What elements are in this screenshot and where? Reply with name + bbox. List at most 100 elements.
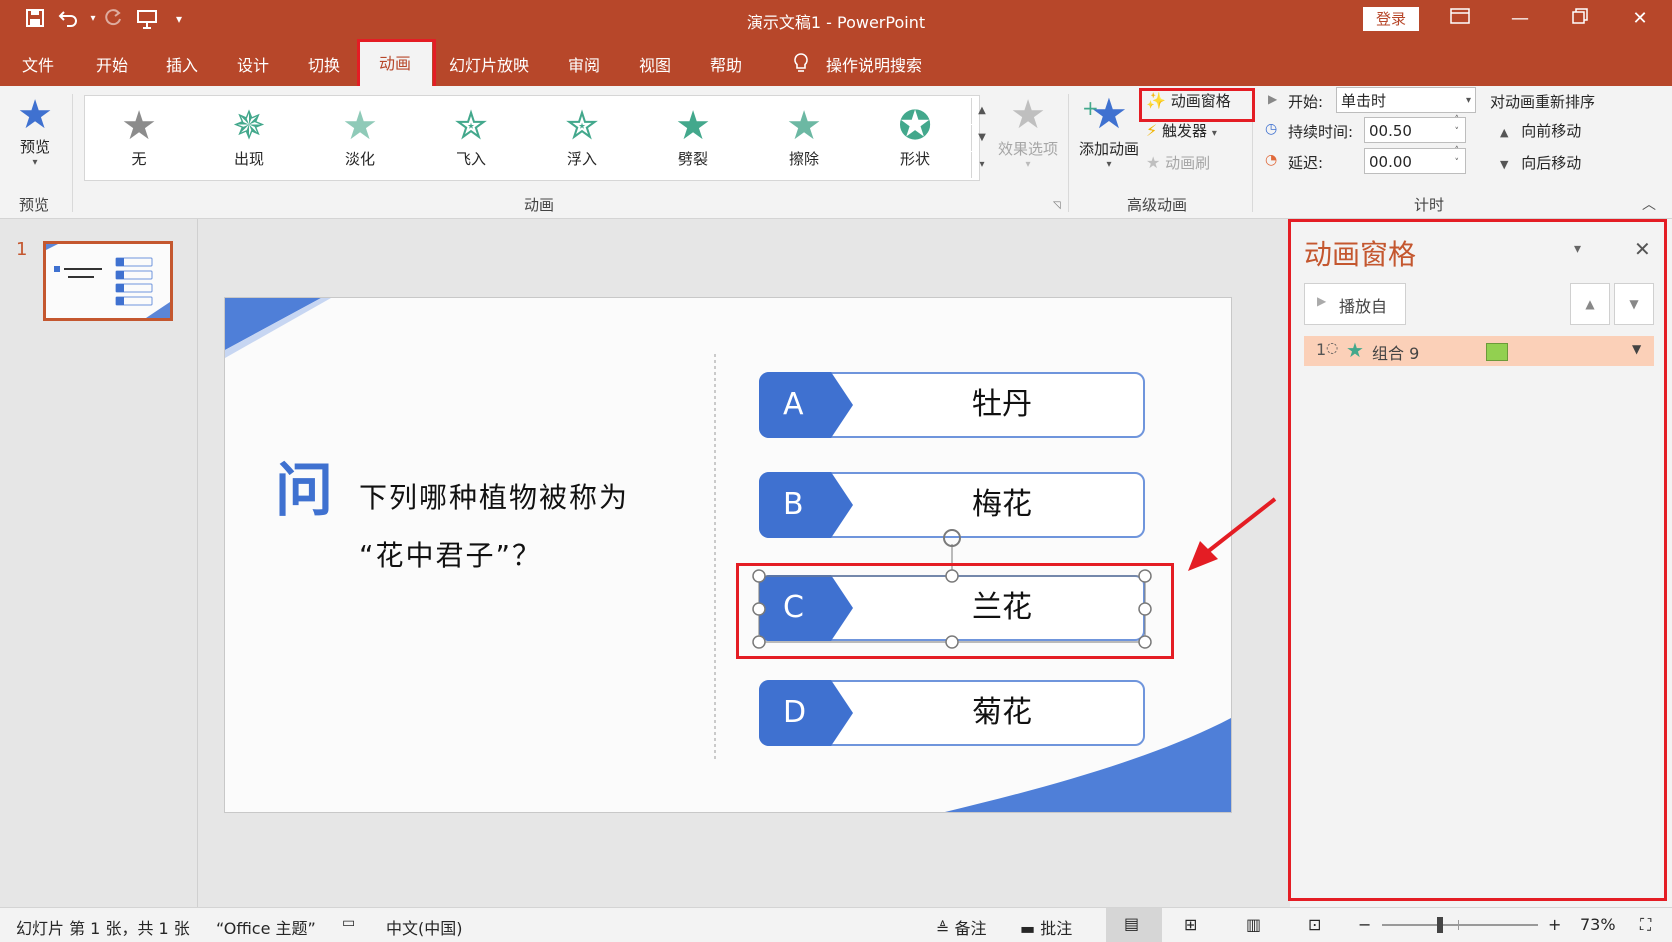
anim-wipe[interactable]: ★ 擦除: [764, 104, 844, 176]
annotation-highlight-pane-button: [1139, 88, 1255, 122]
annotation-highlight-option: [736, 563, 1174, 659]
zoom-level[interactable]: 73%: [1580, 915, 1616, 934]
triangle-down-icon: ▼: [1500, 158, 1509, 171]
tell-me-search[interactable]: 操作说明搜索: [826, 52, 922, 76]
ribbon-tabs: 文件 开始 插入 设计 切换 动画 幻灯片放映 审阅 视图 帮助 操作说明搜索: [0, 38, 1672, 86]
star-appear-icon: ✵: [232, 103, 266, 149]
chevron-down-icon: ▾: [1465, 95, 1471, 106]
start-label: 开始:: [1288, 93, 1324, 111]
normal-view-button[interactable]: ▤: [1106, 908, 1162, 942]
clock-icon: ◷: [1265, 121, 1278, 137]
group-divider: [1068, 94, 1069, 212]
zoom-slider[interactable]: [1382, 917, 1538, 933]
star-fly-in-icon: ✮: [454, 103, 488, 149]
title-bar: ▾ ▾ 演示文稿1 - PowerPoint 登录 — ✕: [0, 0, 1672, 38]
tab-view[interactable]: 视图: [639, 52, 671, 76]
tab-help[interactable]: 帮助: [710, 52, 742, 76]
slide-thumbnail[interactable]: [43, 241, 173, 321]
animation-painter-button[interactable]: ★ 动画刷: [1146, 152, 1256, 176]
anim-split[interactable]: ★ 劈裂: [653, 104, 733, 176]
zoom-in-icon[interactable]: +: [1548, 915, 1561, 934]
anim-fade[interactable]: ★ 淡化: [320, 104, 400, 176]
move-later-button[interactable]: ▼ 向后移动: [1500, 152, 1581, 173]
slide-sorter-icon[interactable]: ⊞: [1184, 915, 1197, 934]
slideshow-view-icon[interactable]: ⊡: [1308, 915, 1321, 934]
spinner-icon[interactable]: ˄ ˅: [1455, 114, 1460, 138]
anim-none[interactable]: ★ 无: [99, 104, 179, 176]
reading-view-icon[interactable]: ▥: [1246, 915, 1261, 934]
anim-float-in[interactable]: ✮ 浮入: [542, 104, 622, 176]
trigger-button[interactable]: ⚡ 触发器 ▾: [1146, 120, 1256, 144]
close-window-icon[interactable]: ✕: [1618, 6, 1662, 32]
login-button[interactable]: 登录: [1363, 7, 1419, 31]
delay-input[interactable]: 00.00 ˄ ˅: [1364, 145, 1466, 174]
tab-transitions[interactable]: 切换: [308, 52, 340, 76]
restore-icon[interactable]: [1558, 6, 1602, 32]
slide-thumbnail-pane: 1: [0, 219, 198, 907]
minimize-icon[interactable]: —: [1498, 6, 1542, 32]
group-label-timing: 计时: [1414, 196, 1445, 214]
duration-input[interactable]: 00.50 ˄ ˅: [1364, 114, 1466, 143]
star-float-in-icon: ✮: [565, 103, 599, 149]
group-label-animation: 动画: [524, 196, 555, 214]
animation-gallery: ★ 无 ✵ 出现 ★ 淡化 ✮ 飞入 ✮ 浮入 ★ 劈裂 ★ 擦除 ✪ 形状 ▲…: [84, 95, 986, 181]
ribbon-display-icon[interactable]: [1438, 6, 1482, 32]
chevron-down-icon: ▾: [32, 157, 38, 168]
duration-label: 持续时间:: [1288, 123, 1354, 141]
tab-design[interactable]: 设计: [237, 52, 269, 76]
group-label-advanced: 高级动画: [1127, 196, 1188, 214]
reorder-label: 对动画重新排序: [1490, 93, 1596, 111]
slide-number: 1: [16, 239, 28, 260]
tab-slideshow[interactable]: 幻灯片放映: [449, 52, 529, 76]
triangle-up-icon: ▲: [1500, 126, 1509, 139]
slide-count: 幻灯片 第 1 张，共 1 张: [16, 919, 190, 938]
gallery-scroll-down-icon[interactable]: ▼: [971, 125, 992, 151]
selection-handles[interactable]: [225, 298, 1231, 812]
fit-to-window-icon[interactable]: ⛶: [1640, 915, 1651, 935]
tell-me-lightbulb-icon[interactable]: [792, 52, 810, 78]
effect-options-icon: ★: [1010, 92, 1046, 138]
add-animation-button[interactable]: ★ + 添加动画 ▾: [1074, 90, 1144, 171]
normal-view-icon: ▤: [1124, 914, 1140, 933]
collapse-ribbon-icon[interactable]: ︿: [1642, 194, 1656, 214]
accessibility-icon[interactable]: ▭: [342, 915, 355, 931]
chevron-down-icon: ▾: [1106, 159, 1112, 170]
tab-insert[interactable]: 插入: [166, 52, 198, 76]
language[interactable]: 中文(中国): [386, 915, 463, 939]
move-earlier-button[interactable]: ▲ 向前移动: [1500, 120, 1581, 141]
tab-file[interactable]: 文件: [22, 52, 54, 76]
annotation-highlight-tab: [357, 39, 436, 92]
gallery-more-icon[interactable]: ▾: [971, 152, 992, 178]
gallery-scroll-up-icon[interactable]: ▲: [971, 98, 992, 124]
group-divider: [72, 94, 73, 212]
zoom-out-icon[interactable]: −: [1358, 915, 1371, 934]
star-none-icon: ★: [121, 103, 157, 149]
delay-label: 延迟:: [1288, 154, 1324, 172]
star-wipe-icon: ★: [786, 103, 822, 149]
anim-shape[interactable]: ✪ 形状: [875, 104, 955, 176]
effect-options-button[interactable]: ★ 效果选项 ▾: [992, 92, 1064, 170]
comments-button[interactable]: ▬ 批注: [1020, 915, 1072, 939]
preview-button[interactable]: ★ 预览 ▾: [12, 94, 58, 180]
status-bar: 幻灯片 第 1 张，共 1 张 “Office 主题” ▭ 中文(中国) ≜ 备…: [0, 907, 1672, 942]
dialog-launcher-icon[interactable]: ◹: [1053, 200, 1061, 211]
painter-star-icon: ★: [1146, 153, 1161, 172]
zoom-slider-thumb[interactable]: [1436, 917, 1443, 933]
slide[interactable]: 问 下列哪种植物被称为 “花中君子”？ A 牡丹 B 梅花 C 兰花 D 菊花: [224, 297, 1232, 813]
notes-button[interactable]: ≜ 备注: [936, 915, 987, 939]
chevron-down-icon: ▾: [1211, 128, 1217, 139]
chevron-down-icon: ▾: [1025, 159, 1031, 170]
window-title: 演示文稿1 - PowerPoint: [746, 13, 926, 32]
spinner-icon[interactable]: ˄ ˅: [1455, 145, 1460, 169]
tab-review[interactable]: 审阅: [568, 52, 600, 76]
lightning-icon: ⚡: [1146, 121, 1158, 140]
annotation-arrow-icon: [1188, 497, 1277, 571]
tab-home[interactable]: 开始: [96, 52, 128, 76]
notes-icon: ≜: [936, 919, 955, 938]
comment-icon: ▬: [1020, 919, 1041, 938]
anim-fly-in[interactable]: ✮ 飞入: [431, 104, 511, 176]
start-dropdown[interactable]: 单击时 ▾: [1336, 87, 1476, 113]
anim-appear[interactable]: ✵ 出现: [209, 104, 289, 176]
theme-name: “Office 主题”: [216, 919, 316, 938]
star-shape-icon: ✪: [898, 103, 932, 149]
